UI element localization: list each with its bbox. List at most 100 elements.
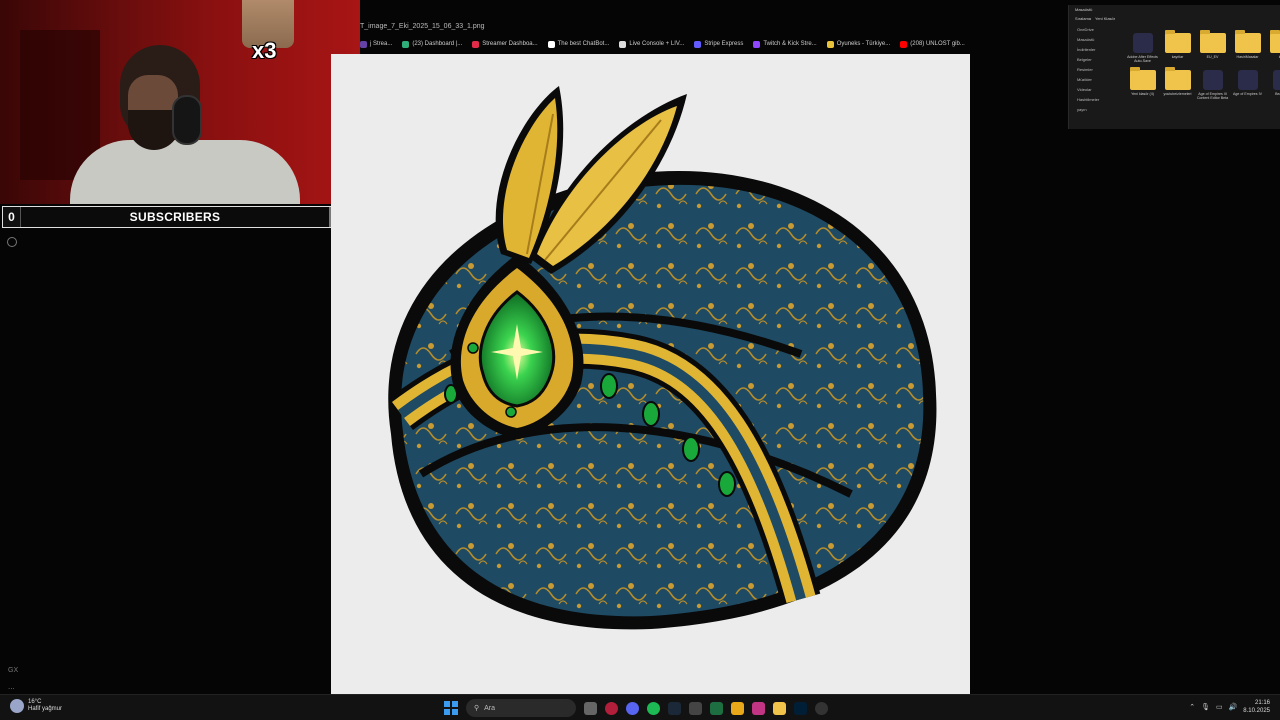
file-item[interactable]: EU_EV [1195,30,1230,64]
file-explorer-icon[interactable] [773,701,786,715]
bookmark-favicon-icon [826,40,834,48]
more-dots[interactable]: ... [8,682,15,691]
search-placeholder: Ara [484,704,496,712]
turban-illustration [388,86,937,630]
app-icon[interactable] [689,701,702,715]
excel-icon[interactable] [710,701,723,715]
sidebar-item[interactable]: Masaüstü [1077,35,1123,45]
bookmark-label: j Strea... [370,41,393,47]
bookmark-label: Live Console + LIV... [629,41,685,47]
network-icon[interactable]: ▭ [1216,703,1223,711]
file-item[interactable]: youtubeizlemeleri [1160,66,1195,101]
file-label: Age of Empires III Content Editor Beta [1196,91,1229,101]
file-label: kesit [1266,55,1280,59]
subscriber-count: 0 [3,207,21,227]
task-view-icon[interactable] [584,701,597,715]
file-item[interactable]: kayıtlar [1160,30,1195,64]
bookmark-label: (23) Dashboard |... [412,41,463,47]
bookmark-item[interactable]: (208) UNLOST gib... [900,40,965,48]
bookmark-label: Oyuneks - Türkiye... [836,41,891,47]
file-item[interactable]: HasiriMasalar [1230,30,1265,64]
emote-multiplier: x3 [252,38,277,63]
bookmark-label: The best ChatBot... [557,41,610,47]
sidebar-item[interactable]: İndirilenler [1077,45,1123,55]
file-label: HasiriMasalar [1236,55,1259,59]
explorer-toolbar: Sıralama Yeni Klasör [1069,14,1280,23]
file-explorer-window: Masaüstü Sıralama Yeni Klasör OneDrive Ma… [1068,5,1280,129]
streamer-shirt [70,140,300,204]
folder-icon [1129,66,1156,90]
explorer-grid: Adobe After Effects Auto-Save kayıtlar EU_… [1125,30,1280,101]
file-item[interactable]: BeamNG [1265,69,1280,101]
photoshop-icon[interactable] [794,701,807,715]
sidebar-item[interactable]: yayın [1077,105,1123,115]
app-icon [1202,69,1223,90]
instagram-icon[interactable] [752,701,765,715]
bookmark-favicon-icon [402,40,410,48]
bookmark-favicon-icon [360,40,367,48]
file-label: BeamNG [1275,91,1280,96]
bookmark-item[interactable]: The best ChatBot... [547,40,610,48]
bookmark-favicon-icon [900,40,908,48]
app-icon [1272,69,1280,90]
opera-gx-icon[interactable] [605,701,618,715]
image-viewer [331,54,970,694]
discord-icon[interactable] [626,701,639,715]
corner-label: GX [8,667,19,674]
microphone-icon[interactable]: 🎙 [1201,703,1210,711]
subscriber-goal-bar: 0 SUBSCRIBERS 10 [2,206,358,228]
folder-icon [1269,30,1280,53]
tray-chevron-icon[interactable]: ⌃ [1189,703,1195,711]
weather-widget[interactable]: 16°C Hafif yağmur [10,699,62,713]
bookmark-item[interactable]: (23) Dashboard |... [402,40,463,48]
file-label: kayıtlar [1171,55,1184,59]
bookmark-favicon-icon [619,40,627,48]
bookmark-label: Twitch & Kick Stre... [763,41,817,47]
bookmark-item[interactable]: Twitch & Kick Stre... [753,40,817,48]
sidebar-item[interactable]: Belgeler [1077,55,1123,65]
file-label: youtubeizlemeleri [1163,91,1192,96]
bookmark-item[interactable]: Oyuneks - Türkiye... [826,40,891,48]
steam-icon[interactable] [668,701,681,715]
search-icon: ⚲ [474,705,480,712]
screen: x3 0 SUBSCRIBERS 10 GX ... T_image_7_Eki… [0,0,1280,720]
spotify-icon[interactable] [647,701,660,715]
file-label: EU_EV [1206,55,1219,59]
toolbar-sort[interactable]: Sıralama [1075,16,1091,21]
toolbar-new-folder[interactable]: Yeni Klasör [1095,16,1115,21]
file-item[interactable]: Yeni klasör (4) [1125,66,1160,101]
file-item[interactable]: Age of Empires III Content Editor Beta [1195,69,1230,101]
bookmark-item[interactable]: j Strea... [360,40,393,48]
tab-title[interactable]: T_image_7_Eki_2025_15_06_33_1.png [360,23,485,30]
obs-icon[interactable] [815,701,828,715]
bookmark-item[interactable]: Streamer Dashboa... [472,40,538,48]
file-item[interactable]: kesit [1265,30,1280,64]
taskbar-search[interactable]: ⚲ Ara [466,699,576,717]
headset [172,95,202,145]
bookmark-label: (208) UNLOST gib... [910,41,965,47]
volume-icon[interactable]: 🔊 [1229,703,1238,711]
bookmark-item[interactable]: Live Console + LIV... [619,40,685,48]
clock[interactable]: 21:16 8.10.2025 [1243,699,1270,715]
subscriber-label: SUBSCRIBERS [129,210,221,224]
clock-time: 21:16 [1254,700,1270,706]
folder-icon [1234,30,1261,53]
sidebar-item[interactable]: Resimler [1077,65,1123,75]
file-item[interactable]: Age of Empires IV [1230,69,1265,101]
weather-icon [10,699,24,713]
bookmark-label: Streamer Dashboa... [482,41,538,47]
sidebar-item[interactable]: Hashtilmeler [1077,95,1123,105]
bookmark-favicon-icon [753,40,761,48]
file-item[interactable]: Adobe After Effects Auto-Save [1125,33,1160,64]
settings-icon[interactable] [7,237,17,247]
app-icon [1132,33,1153,53]
sidebar-item[interactable]: OneDrive [1077,25,1123,35]
sidebar-item[interactable]: Müzikler [1077,75,1123,85]
copilot-icon[interactable] [731,701,744,715]
taskbar: 16°C Hafif yağmur ⚲ Ara ⌃ 🎙 ▭ 🔊 21:16 8.… [0,694,1280,720]
file-label: Age of Empires IV [1233,91,1262,96]
sidebar-item[interactable]: Videolar [1077,85,1123,95]
folder-icon [1164,30,1191,53]
start-button[interactable] [444,701,458,715]
bookmark-item[interactable]: Stripe Express [694,40,743,48]
